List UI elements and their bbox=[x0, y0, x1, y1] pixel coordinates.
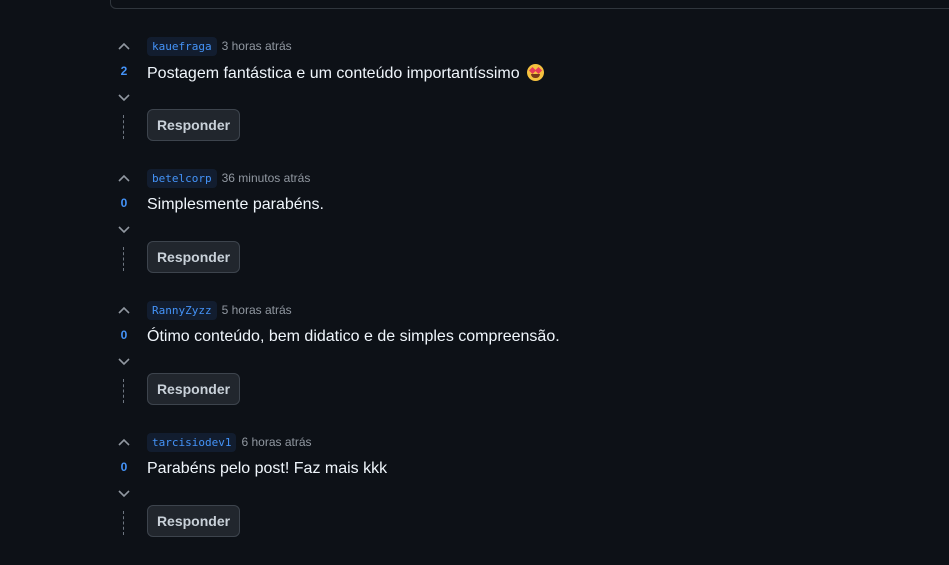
comment-text: Parabéns pelo post! Faz mais kkk bbox=[147, 460, 388, 477]
chevron-up-icon bbox=[118, 306, 130, 314]
chevron-down-icon bbox=[118, 226, 130, 234]
star-struck-emoji bbox=[527, 64, 545, 81]
comment-text: Ótimo conteúdo, bem didatico e de simple… bbox=[147, 328, 560, 345]
vote-count: 2 bbox=[120, 64, 128, 78]
chevron-up-icon bbox=[118, 174, 130, 182]
chevron-down-icon bbox=[118, 358, 130, 366]
previous-content-box bbox=[110, 0, 949, 9]
comment-meta: tarcisiodev1 6 horas atrás bbox=[147, 431, 312, 453]
reply-button[interactable]: Responder bbox=[147, 241, 240, 273]
vote-count: 0 bbox=[120, 196, 128, 210]
vote-controls: 2 bbox=[111, 33, 137, 165]
thread-line bbox=[123, 115, 124, 139]
vote-controls: 0 bbox=[111, 297, 137, 429]
comment: 0 betelcorp 36 minutos atrás Simplesment… bbox=[0, 165, 949, 297]
upvote-button[interactable] bbox=[115, 37, 133, 55]
downvote-button[interactable] bbox=[115, 485, 133, 503]
reply-button[interactable]: Responder bbox=[147, 109, 240, 141]
thread-line bbox=[123, 511, 124, 535]
username-link[interactable]: kauefraga bbox=[147, 36, 217, 56]
chevron-down-icon bbox=[118, 94, 130, 102]
reply-button[interactable]: Responder bbox=[147, 505, 240, 537]
username-link[interactable]: betelcorp bbox=[147, 168, 217, 188]
timestamp[interactable]: 6 horas atrás bbox=[241, 435, 311, 449]
comment-meta: kauefraga 3 horas atrás bbox=[147, 35, 292, 57]
username-link[interactable]: tarcisiodev1 bbox=[147, 432, 237, 452]
reply-button[interactable]: Responder bbox=[147, 373, 240, 405]
thread-line bbox=[123, 379, 124, 403]
chevron-up-icon bbox=[118, 438, 130, 446]
upvote-button[interactable] bbox=[115, 433, 133, 451]
comments-page: 2 kauefraga 3 horas atrás Postagem fantá… bbox=[0, 0, 949, 565]
comment-meta: RannyZyzz 5 horas atrás bbox=[147, 299, 292, 321]
comment: 2 kauefraga 3 horas atrás Postagem fantá… bbox=[0, 33, 949, 165]
chevron-down-icon bbox=[118, 490, 130, 498]
upvote-button[interactable] bbox=[115, 169, 133, 187]
downvote-button[interactable] bbox=[115, 221, 133, 239]
timestamp[interactable]: 36 minutos atrás bbox=[222, 171, 311, 185]
comment-body: Parabéns pelo post! Faz mais kkk bbox=[147, 460, 387, 478]
comment-body: Postagem fantástica e um conteúdo import… bbox=[147, 64, 545, 83]
thread-line bbox=[123, 247, 124, 271]
timestamp[interactable]: 5 horas atrás bbox=[222, 303, 292, 317]
downvote-button[interactable] bbox=[115, 89, 133, 107]
comment: 0 RannyZyzz 5 horas atrás Ótimo conteúdo… bbox=[0, 297, 949, 429]
comment-body: Ótimo conteúdo, bem didatico e de simple… bbox=[147, 328, 560, 346]
comment-text: Simplesmente parabéns. bbox=[147, 196, 324, 213]
chevron-up-icon bbox=[118, 42, 130, 50]
vote-controls: 0 bbox=[111, 429, 137, 561]
comment-body: Simplesmente parabéns. bbox=[147, 196, 324, 214]
vote-controls: 0 bbox=[111, 165, 137, 297]
upvote-button[interactable] bbox=[115, 301, 133, 319]
timestamp[interactable]: 3 horas atrás bbox=[222, 39, 292, 53]
comment-text: Postagem fantástica e um conteúdo import… bbox=[147, 65, 520, 82]
downvote-button[interactable] bbox=[115, 353, 133, 371]
comment: 0 tarcisiodev1 6 horas atrás Parabéns pe… bbox=[0, 429, 949, 561]
comment-meta: betelcorp 36 minutos atrás bbox=[147, 167, 310, 189]
vote-count: 0 bbox=[120, 460, 128, 474]
username-link[interactable]: RannyZyzz bbox=[147, 300, 217, 320]
vote-count: 0 bbox=[120, 328, 128, 342]
